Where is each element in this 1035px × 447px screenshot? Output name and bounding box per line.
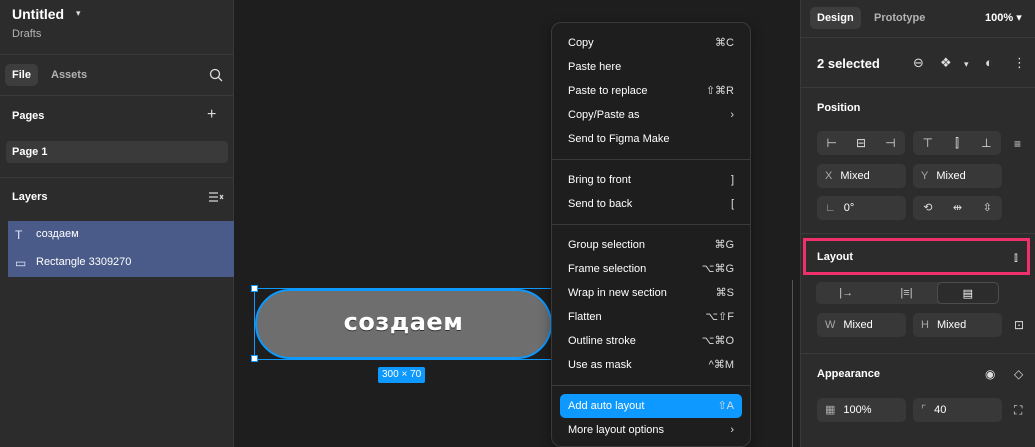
align-center-v-icon[interactable]: ⫿ [942, 131, 971, 155]
vertical-align-group: ⊤ ⫿ ⊥ [913, 131, 1001, 155]
align-bottom-icon[interactable]: ⊥ [972, 131, 1001, 155]
menu-item-send-to-back[interactable]: Send to back[ [560, 192, 742, 216]
resize-handle[interactable] [251, 355, 258, 362]
corner-radius-icon: ⌜ [921, 404, 927, 416]
left-panel: Untitled ▾ Drafts File Assets Pages + Pa… [0, 0, 234, 447]
position-heading: Position [817, 102, 861, 114]
width-field[interactable]: W Mixed [817, 313, 906, 337]
menu-item-more-layout-options[interactable]: More layout options › [560, 418, 742, 442]
chevron-down-icon: ▾ [1016, 12, 1022, 24]
layout-direction-toggle: |→ |≡| ▤ [816, 282, 999, 304]
size-badge: 300 × 70 [378, 367, 426, 383]
y-field[interactable]: Y Mixed [913, 164, 1002, 188]
blend-mode-icon[interactable]: ◇ [1014, 367, 1023, 381]
menu-item-frame-selection[interactable]: Frame selection ⌥⌘G [560, 257, 742, 281]
selection-box [254, 288, 553, 360]
chevron-down-icon[interactable]: ▾ [964, 59, 969, 70]
menu-item-flatten[interactable]: Flatten ⌥⇧F [560, 305, 742, 329]
distribute-icon[interactable]: ≡ [1014, 137, 1021, 151]
page-item[interactable]: Page 1 [6, 141, 228, 163]
canvas-scrollbar[interactable] [792, 280, 796, 447]
menu-item-add-auto-layout[interactable]: Add auto layout ⇧A [560, 394, 742, 418]
menu-divider [552, 385, 750, 386]
transform-group: ⟲ ⇹ ⇳ [913, 196, 1002, 220]
layout-grid-icon[interactable]: ▤ [936, 282, 999, 304]
horizontal-align-group: ⊢ ⊟ ⊣ [817, 131, 905, 155]
align-top-icon[interactable]: ⊤ [913, 131, 942, 155]
right-panel: Design Prototype 100% ▾ 2 selected ⊖ ❖ ▾… [800, 0, 1035, 447]
layout-highlight-annotation [803, 238, 1030, 275]
menu-item-bring-to-front[interactable]: Bring to front] [560, 168, 742, 192]
chevron-down-icon[interactable]: ▾ [76, 8, 81, 19]
file-title[interactable]: Untitled [12, 6, 64, 22]
pages-heading: Pages [12, 110, 45, 122]
layout-wrap-icon[interactable]: |≡| [876, 282, 936, 304]
layer-row[interactable]: ▭ Rectangle 3309270 [8, 249, 234, 277]
layer-row[interactable]: T создаем [8, 221, 234, 249]
zoom-level[interactable]: 100% ▾ [985, 11, 1022, 24]
divider [801, 233, 1035, 234]
layer-label: создаем [36, 228, 79, 240]
tab-assets[interactable]: Assets [44, 64, 94, 86]
menu-item-paste-to-replace[interactable]: Paste to replace ⇧⌘R [560, 79, 742, 103]
layout-horizontal-icon[interactable]: |→ [816, 282, 876, 304]
align-center-h-icon[interactable]: ⊟ [846, 131, 875, 155]
align-right-icon[interactable]: ⊣ [876, 131, 905, 155]
align-left-icon[interactable]: ⊢ [817, 131, 846, 155]
boolean-icon[interactable]: ◐ [985, 55, 993, 70]
resize-handle[interactable] [251, 285, 258, 292]
tab-file[interactable]: File [5, 64, 38, 86]
angle-icon: ∟ [825, 202, 836, 214]
divider [0, 95, 234, 96]
tab-prototype[interactable]: Prototype [867, 7, 932, 29]
search-icon[interactable] [209, 68, 223, 82]
menu-divider [552, 224, 750, 225]
divider [0, 54, 234, 55]
corner-radius-field[interactable]: ⌜ 40 [913, 398, 1002, 422]
flip-vertical-icon[interactable]: ⇳ [972, 196, 1002, 220]
divider [801, 87, 1035, 88]
menu-item-wrap-in-new-section[interactable]: Wrap in new section ⌘S [560, 281, 742, 305]
divider [801, 353, 1035, 354]
x-field[interactable]: X Mixed [817, 164, 906, 188]
tab-design[interactable]: Design [810, 7, 861, 29]
menu-item-outline-stroke[interactable]: Outline stroke ⌥⌘O [560, 329, 742, 353]
divider [0, 177, 234, 178]
component-icon[interactable]: ⊖ [913, 55, 924, 71]
layers-heading: Layers [12, 191, 48, 203]
resize-constraint-icon[interactable]: ⊡ [1014, 318, 1024, 332]
menu-item-use-as-mask[interactable]: Use as mask ^⌘M [560, 353, 742, 377]
rectangle-layer-icon: ▭ [15, 256, 27, 270]
eye-icon[interactable]: ◉ [985, 367, 995, 381]
layer-label: Rectangle 3309270 [36, 256, 132, 268]
more-icon[interactable]: ⋮ [1013, 55, 1026, 71]
text-layer-icon: T [15, 228, 23, 242]
add-page-icon[interactable]: + [207, 107, 216, 123]
menu-item-copy-paste-as[interactable]: Copy/Paste as › [560, 103, 742, 127]
menu-item-paste-here[interactable]: Paste here [560, 55, 742, 79]
menu-item-copy[interactable]: Copy ⌘C [560, 31, 742, 55]
rotate-icon[interactable]: ⟲ [913, 196, 943, 220]
flip-horizontal-icon[interactable]: ⇹ [943, 196, 973, 220]
height-field[interactable]: H Mixed [913, 313, 1002, 337]
create-component-icon[interactable]: ❖ [940, 55, 952, 71]
layers-collapse-icon[interactable] [208, 190, 224, 204]
menu-item-send-to-figma-make[interactable]: Send to Figma Make [560, 127, 742, 151]
independent-corners-icon[interactable]: ⛶ [1014, 403, 1022, 417]
opacity-field[interactable]: ▦ 100% [817, 398, 906, 422]
menu-item-group-selection[interactable]: Group selection ⌘G [560, 233, 742, 257]
rotation-field[interactable]: ∟ 0° [817, 196, 906, 220]
opacity-icon: ▦ [825, 404, 836, 416]
divider [801, 37, 1035, 38]
selection-count: 2 selected [817, 56, 880, 71]
appearance-heading: Appearance [817, 368, 880, 380]
menu-divider [552, 159, 750, 160]
context-menu: Copy ⌘C Paste here Paste to replace ⇧⌘R Co… [551, 22, 751, 447]
file-location[interactable]: Drafts [12, 28, 41, 40]
